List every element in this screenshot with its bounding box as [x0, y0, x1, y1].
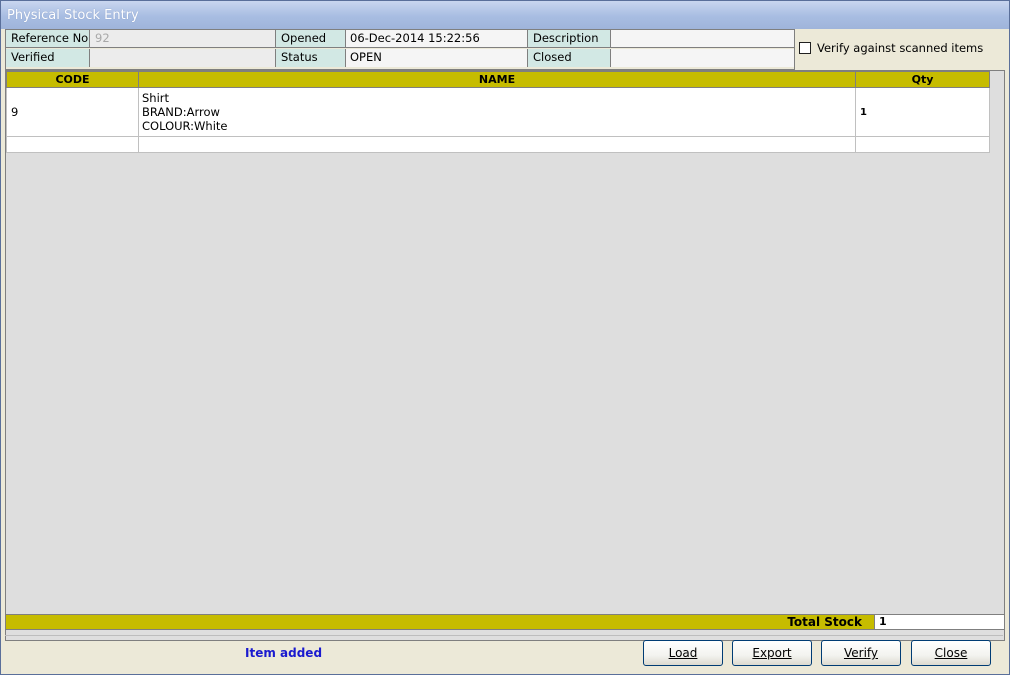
- column-header-code[interactable]: CODE: [6, 71, 139, 88]
- verified-label: Verified: [6, 49, 90, 67]
- qty-cell[interactable]: 1: [855, 87, 990, 137]
- code-cell[interactable]: [6, 136, 139, 153]
- code-cell[interactable]: 9: [6, 87, 139, 137]
- verify-scanned-checkbox[interactable]: Verify against scanned items: [799, 41, 983, 55]
- stock-grid: CODE NAME Qty 9 Shirt BRAND:Arrow COLOUR…: [5, 70, 1005, 641]
- verified-value: [90, 49, 276, 67]
- opened-value: 06-Dec-2014 15:22:56: [346, 30, 528, 48]
- qty-cell[interactable]: [855, 136, 990, 153]
- reference-label: Reference No: [6, 30, 90, 48]
- verify-scanned-label: Verify against scanned items: [817, 41, 984, 55]
- info-panel: Reference No 92 Opened 06-Dec-2014 15:22…: [5, 29, 795, 70]
- export-button[interactable]: Export: [732, 640, 812, 666]
- description-value[interactable]: [611, 30, 794, 48]
- name-line: COLOUR:White: [142, 119, 228, 133]
- column-header-name[interactable]: NAME: [138, 71, 856, 88]
- status-message: Item added: [245, 646, 323, 660]
- description-label: Description: [528, 30, 611, 48]
- reference-value: 92: [90, 30, 276, 48]
- opened-label: Opened: [276, 30, 346, 48]
- bottom-bar: Item added Load Export Verify Close: [5, 635, 1003, 672]
- window-title: Physical Stock Entry: [7, 8, 139, 23]
- name-cell[interactable]: [138, 136, 856, 153]
- checkbox-box[interactable]: [799, 42, 811, 54]
- closed-label: Closed: [528, 49, 611, 67]
- name-cell[interactable]: Shirt BRAND:Arrow COLOUR:White: [138, 87, 856, 137]
- status-label: Status: [276, 49, 346, 67]
- total-stock-label: Total Stock: [787, 615, 862, 629]
- name-line: BRAND:Arrow: [142, 105, 220, 119]
- column-header-qty[interactable]: Qty: [855, 71, 990, 88]
- total-stock-bar: Total Stock 1: [5, 614, 1005, 630]
- closed-value: [611, 49, 794, 67]
- name-line: Shirt: [142, 91, 170, 105]
- verify-button[interactable]: Verify: [821, 640, 901, 666]
- title-bar[interactable]: Physical Stock Entry: [1, 1, 1009, 29]
- total-stock-value: 1: [874, 615, 1004, 629]
- stock-entry-window: Physical Stock Entry Reference No 92 Ope…: [0, 0, 1010, 675]
- window-body: Reference No 92 Opened 06-Dec-2014 15:22…: [1, 29, 1009, 674]
- empty-entry-row[interactable]: [6, 136, 990, 153]
- table-row[interactable]: 9 Shirt BRAND:Arrow COLOUR:White 1: [6, 87, 990, 137]
- close-button[interactable]: Close: [911, 640, 991, 666]
- load-button[interactable]: Load: [643, 640, 723, 666]
- status-value: OPEN: [346, 49, 528, 67]
